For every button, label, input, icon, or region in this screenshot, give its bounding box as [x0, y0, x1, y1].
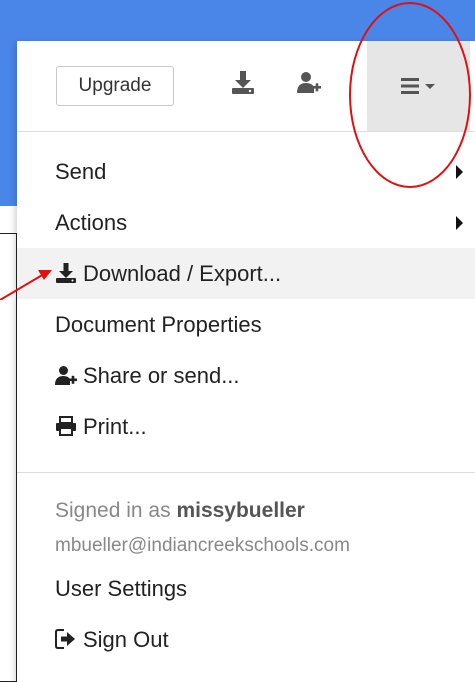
dropdown-menu: Send Actions Download / Export... Docume… — [17, 146, 475, 665]
menu-item-download-label: Download / Export... — [83, 261, 282, 286]
menu-item-user-settings[interactable]: User Settings — [17, 563, 475, 614]
submenu-arrow-icon — [456, 165, 463, 179]
menu-item-document-properties-label: Document Properties — [55, 312, 262, 337]
menu-item-print-label: Print... — [83, 414, 147, 439]
menu-item-sign-out-label: Sign Out — [83, 627, 169, 652]
menu-item-share[interactable]: Share or send... — [17, 350, 475, 401]
upgrade-button[interactable]: Upgrade — [56, 66, 174, 106]
menu-item-print[interactable]: Print... — [17, 401, 475, 452]
menu-item-actions[interactable]: Actions — [17, 197, 475, 248]
menu-item-send-label: Send — [55, 159, 107, 184]
add-user-icon — [55, 366, 77, 386]
menu-item-user-settings-label: User Settings — [55, 576, 188, 601]
signed-in-prefix: Signed in as — [55, 499, 171, 522]
printer-icon — [56, 416, 76, 437]
menu-item-document-properties[interactable]: Document Properties — [17, 299, 475, 350]
menu-item-actions-label: Actions — [55, 210, 128, 235]
menu-item-download-export[interactable]: Download / Export... — [17, 248, 475, 299]
menu-item-sign-out[interactable]: Sign Out — [17, 614, 475, 665]
user-email: mbueller@indiancreekschools.com — [55, 535, 350, 556]
sign-out-icon — [55, 629, 75, 650]
username: missybueller — [176, 499, 305, 522]
annotation-arrow — [0, 270, 52, 300]
underlying-document-edge — [0, 233, 17, 682]
annotation-circle — [349, 2, 471, 188]
download-icon[interactable] — [230, 69, 256, 95]
menu-divider — [17, 472, 475, 473]
signed-in-info: Signed in as missybueller — [17, 493, 475, 529]
menu-item-share-label: Share or send... — [83, 363, 240, 388]
add-user-icon[interactable] — [296, 69, 322, 95]
submenu-arrow-icon — [456, 216, 463, 230]
